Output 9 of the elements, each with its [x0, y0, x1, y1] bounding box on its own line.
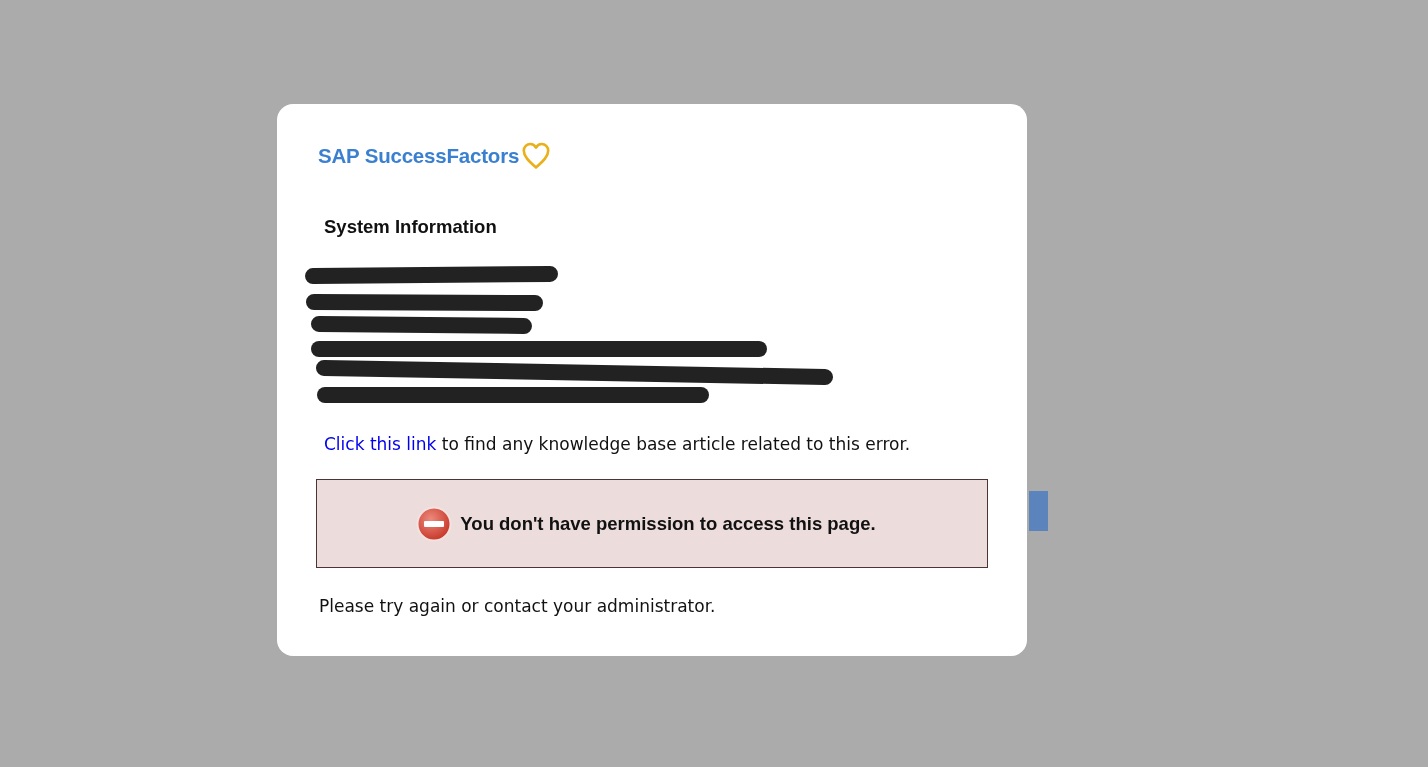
section-title: System Information [324, 216, 498, 238]
no-entry-icon [416, 505, 453, 542]
heart-icon [522, 142, 551, 170]
error-message: You don't have permission to access this page. [460, 512, 876, 535]
knowledge-base-sentence: Click this link to find any knowledge base article related to this error. [324, 434, 912, 454]
knowledge-base-link[interactable]: Click this link [324, 434, 437, 454]
side-marker [1029, 491, 1048, 531]
logo-wordmark: SAP SuccessFactors [318, 144, 520, 168]
instruction-text: Please try again or contact your administrator. [319, 596, 717, 616]
